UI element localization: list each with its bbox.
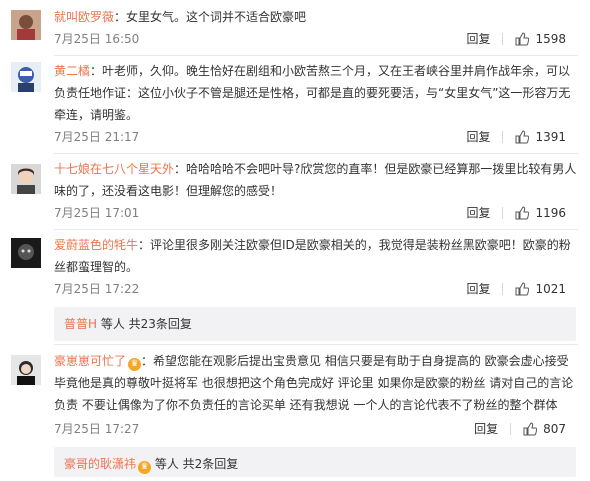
- comment-time: 7月25日 17:27: [54, 422, 140, 436]
- comment-time: 7月25日 17:01: [54, 206, 140, 220]
- comment-divider: [54, 229, 578, 230]
- comment-username[interactable]: 黄二橘: [54, 64, 90, 78]
- comment-meta: 7月25日 21:17 回复 1391: [54, 127, 578, 147]
- comment-actions: 回复 1021: [466, 279, 566, 299]
- comment-text: 黄二橘：叶老师，久仰。晚生恰好在剧组和小欧苦熬三个月，又在王者峡谷里并肩作战年余…: [54, 60, 578, 126]
- sub-replies-box[interactable]: 普普H 等人 共23条回复: [54, 307, 576, 341]
- thumb-up-icon: [515, 282, 530, 296]
- thumb-up-icon: [515, 206, 530, 220]
- like-button[interactable]: 1196: [515, 203, 566, 223]
- comment-meta: 7月25日 17:22 回复 1021: [54, 279, 578, 299]
- like-count: 1391: [535, 130, 566, 144]
- comment-username[interactable]: 就叫欧罗薇: [54, 10, 114, 24]
- comment-username[interactable]: 爱蔚蓝色的牦牛: [54, 238, 138, 252]
- comment-time: 7月25日 16:50: [54, 32, 140, 46]
- comment-body: ：女里女气。这个词并不适合欧豪吧: [114, 10, 307, 24]
- sub-reply-username[interactable]: 普普H: [64, 317, 97, 331]
- action-divider: [502, 283, 504, 295]
- like-count: 1598: [535, 32, 566, 46]
- comment-divider: [54, 153, 578, 154]
- avatar[interactable]: [11, 62, 41, 92]
- comment-text: 就叫欧罗薇：女里女气。这个词并不适合欧豪吧: [54, 6, 578, 28]
- reply-button[interactable]: 回复: [466, 127, 490, 147]
- thumb-up-icon: [515, 130, 530, 144]
- sub-replies-summary: 豪哥的耿潇祎 ♛ 等人 共2条回复: [64, 447, 238, 481]
- sub-replies-count[interactable]: 等人 共2条回复: [151, 457, 238, 471]
- comment-actions: 回复 807: [474, 419, 566, 439]
- comment-meta: 7月25日 17:01 回复 1196: [54, 203, 578, 223]
- action-divider: [502, 131, 504, 143]
- action-divider: [502, 33, 504, 45]
- reply-button[interactable]: 回复: [466, 203, 490, 223]
- action-divider: [510, 423, 512, 435]
- comment-username[interactable]: 豪崽崽可忙了: [54, 354, 126, 368]
- sub-reply-username[interactable]: 豪哥的耿潇祎: [64, 457, 136, 471]
- thumb-up-icon: [515, 32, 530, 46]
- comment-body: ：叶老师，久仰。晚生恰好在剧组和小欧苦熬三个月，又在王者峡谷里并肩作战年余，可以…: [54, 64, 571, 122]
- avatar[interactable]: [11, 164, 41, 194]
- comment-actions: 回复 1598: [466, 29, 566, 49]
- comment-time: 7月25日 17:22: [54, 282, 140, 296]
- vip-crown-icon: ♛: [138, 461, 152, 474]
- comment-text: 爱蔚蓝色的牦牛：评论里很多刚关注欧豪但ID是欧豪相关的，我觉得是装粉丝黑欧豪吧！…: [54, 234, 578, 278]
- reply-button[interactable]: 回复: [466, 29, 490, 49]
- comment-meta: 7月25日 17:27 回复 807: [54, 419, 578, 439]
- comment-divider: [54, 344, 578, 345]
- comment-meta: 7月25日 16:50 回复 1598: [54, 29, 578, 49]
- reply-button[interactable]: 回复: [466, 279, 490, 299]
- like-button[interactable]: 1021: [515, 279, 566, 299]
- like-button[interactable]: 807: [523, 419, 566, 439]
- comment-time: 7月25日 21:17: [54, 130, 140, 144]
- sub-replies-summary: 普普H 等人 共23条回复: [64, 307, 192, 341]
- comment-text: 豪崽崽可忙了 ♛ ：希望您能在观影后提出宝贵意见 相信只要是有助于自身提高的 欧豪会…: [54, 350, 578, 416]
- like-button[interactable]: 1391: [515, 127, 566, 147]
- avatar[interactable]: [11, 238, 41, 268]
- like-count: 1196: [535, 206, 566, 220]
- like-button[interactable]: 1598: [515, 29, 566, 49]
- comment-actions: 回复 1196: [466, 203, 566, 223]
- reply-button[interactable]: 回复: [474, 419, 498, 439]
- vip-crown-icon: ♛: [128, 358, 142, 371]
- action-divider: [502, 207, 504, 219]
- sub-replies-count[interactable]: 等人 共23条回复: [97, 317, 192, 331]
- like-count: 1021: [535, 282, 566, 296]
- comment-username[interactable]: 十七娘在七八个星天外: [54, 162, 174, 176]
- thumb-up-icon: [523, 422, 538, 436]
- sub-replies-box[interactable]: 豪哥的耿潇祎 ♛ 等人 共2条回复: [54, 447, 576, 477]
- comment-divider: [54, 55, 578, 56]
- comment-actions: 回复 1391: [466, 127, 566, 147]
- comment-text: 十七娘在七八个星天外：哈哈哈哈不会吧叶导?欣赏您的直率！但是欧豪已经算那一拨里比…: [54, 158, 578, 202]
- avatar[interactable]: [11, 10, 41, 40]
- like-count: 807: [543, 422, 566, 436]
- avatar[interactable]: [11, 355, 41, 385]
